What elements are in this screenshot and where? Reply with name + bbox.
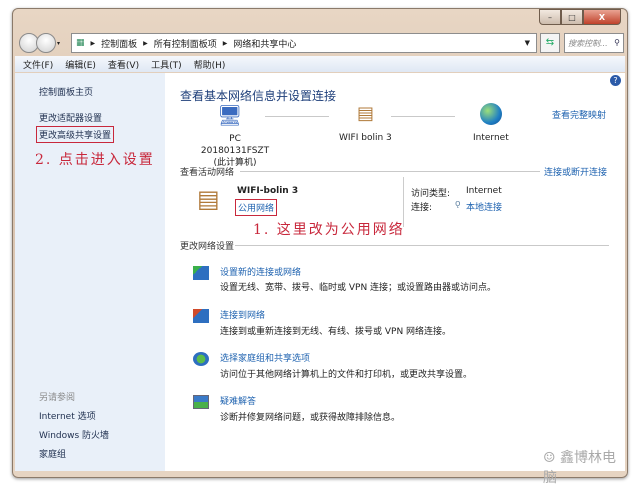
wechat-icon: ☺ [543, 450, 561, 466]
help-icon[interactable]: ? [610, 75, 621, 86]
forward-button[interactable] [36, 33, 56, 53]
breadcrumb-item[interactable]: 网络和共享中心 [233, 37, 296, 50]
breadcrumb-item[interactable]: 所有控制面板项 [154, 37, 217, 50]
menu-view[interactable]: 查看(V) [108, 58, 139, 71]
minimize-button[interactable]: – [539, 9, 561, 25]
task-description: 访问位于其他网络计算机上的文件和打印机，或更改共享设置。 [220, 370, 473, 380]
computer-icon: 🖥 [217, 103, 243, 127]
watermark: ☺ 鑫博林电脑 [543, 450, 617, 486]
new-connection-icon [193, 266, 209, 280]
page-title: 查看基本网络信息并设置连接 [180, 89, 337, 103]
see-also-heading: 另请参阅 [39, 393, 76, 403]
troubleshoot-icon [193, 395, 209, 409]
menu-help[interactable]: 帮助(H) [194, 58, 226, 71]
annotation-step-2: 2. 点击进入设置 [35, 152, 155, 168]
search-icon: ⚲ [614, 38, 620, 47]
address-bar[interactable]: ▦ ▶ 控制面板 ▶ 所有控制面板项 ▶ 网络和共享中心 ▼ [71, 33, 537, 53]
task-description: 设置无线、宽带、拨号、临时或 VPN 连接；或设置路由器或访问点。 [220, 283, 497, 293]
connect-disconnect-link[interactable]: 连接或断开连接 [544, 165, 607, 178]
task-troubleshoot-link[interactable]: 疑难解答 [220, 394, 256, 407]
bench-network-icon: ▤ [357, 103, 375, 124]
full-map-link[interactable]: 查看完整映射 [552, 108, 606, 121]
menu-tools[interactable]: 工具(T) [151, 58, 182, 71]
control-panel-icon: ▦ [76, 38, 85, 48]
access-type-label: 访问类型: [411, 189, 451, 199]
sidebar-adapter-link[interactable]: 更改适配器设置 [39, 111, 102, 124]
local-connection-link[interactable]: 本地连接 [466, 200, 502, 213]
recent-pages-icon[interactable]: ▾ [57, 40, 60, 47]
map-computer-label: PC 20180131FSZT (此计算机) [200, 134, 270, 168]
refresh-button[interactable]: ⇆ [540, 33, 560, 53]
sidebar-home-link[interactable]: 控制面板主页 [39, 85, 93, 98]
explorer-window: – □ X ▾ ▦ ▶ 控制面板 ▶ 所有控制面板项 ▶ 网络和共享中心 ▼ ⇆ 搜索… [12, 8, 628, 486]
menu-bar: 文件(F) 编辑(E) 查看(V) 工具(T) 帮助(H) [15, 56, 625, 72]
menu-file[interactable]: 文件(F) [23, 58, 53, 71]
sidebar: 控制面板主页 更改适配器设置 更改高级共享设置 2. 点击进入设置 另请参阅 I… [15, 73, 165, 471]
homegroup-link[interactable]: 家庭组 [39, 447, 66, 460]
change-settings-heading: 更改网络设置 [180, 242, 235, 252]
search-input[interactable]: 搜索控制... ⚲ [564, 33, 624, 53]
connect-network-icon [193, 309, 209, 323]
windows-firewall-link[interactable]: Windows 防火墙 [39, 428, 109, 441]
connection-label: 连接: [411, 203, 433, 213]
connection-icon: ǫ [455, 199, 461, 209]
bench-network-icon: ▤ [197, 185, 220, 213]
homegroup-icon [193, 352, 209, 366]
task-connect-network-link[interactable]: 连接到网络 [220, 308, 265, 321]
map-internet-label: Internet [473, 133, 509, 143]
map-network-label: WIFI bolin 3 [339, 133, 392, 143]
close-button[interactable]: X [583, 9, 621, 25]
task-description: 连接到或重新连接到无线、有线、拨号或 VPN 网络连接。 [220, 327, 452, 337]
breadcrumb-item[interactable]: 控制面板 [101, 37, 137, 50]
active-networks-heading: 查看活动网络 [180, 168, 235, 178]
sidebar-advanced-sharing-link[interactable]: 更改高级共享设置 [36, 126, 115, 143]
main-content: ? 查看基本网络信息并设置连接 查看完整映射 🖥 ▤ PC 20180131FS… [165, 73, 625, 486]
maximize-button[interactable]: □ [561, 9, 583, 25]
network-type-link[interactable]: 公用网络 [235, 199, 278, 216]
task-new-connection-link[interactable]: 设置新的连接或网络 [220, 265, 301, 278]
internet-options-link[interactable]: Internet 选项 [39, 409, 96, 422]
menu-edit[interactable]: 编辑(E) [65, 58, 96, 71]
chevron-down-icon[interactable]: ▼ [525, 39, 530, 47]
task-description: 诊断并修复网络问题，或获得故障排除信息。 [220, 413, 401, 423]
internet-globe-icon [480, 103, 502, 125]
task-homegroup-link[interactable]: 选择家庭组和共享选项 [220, 351, 310, 364]
active-network-name: WIFI-bolin 3 [237, 186, 299, 196]
access-type-value: Internet [466, 186, 502, 196]
annotation-step-1: 1. 这里改为公用网络 [253, 222, 405, 238]
